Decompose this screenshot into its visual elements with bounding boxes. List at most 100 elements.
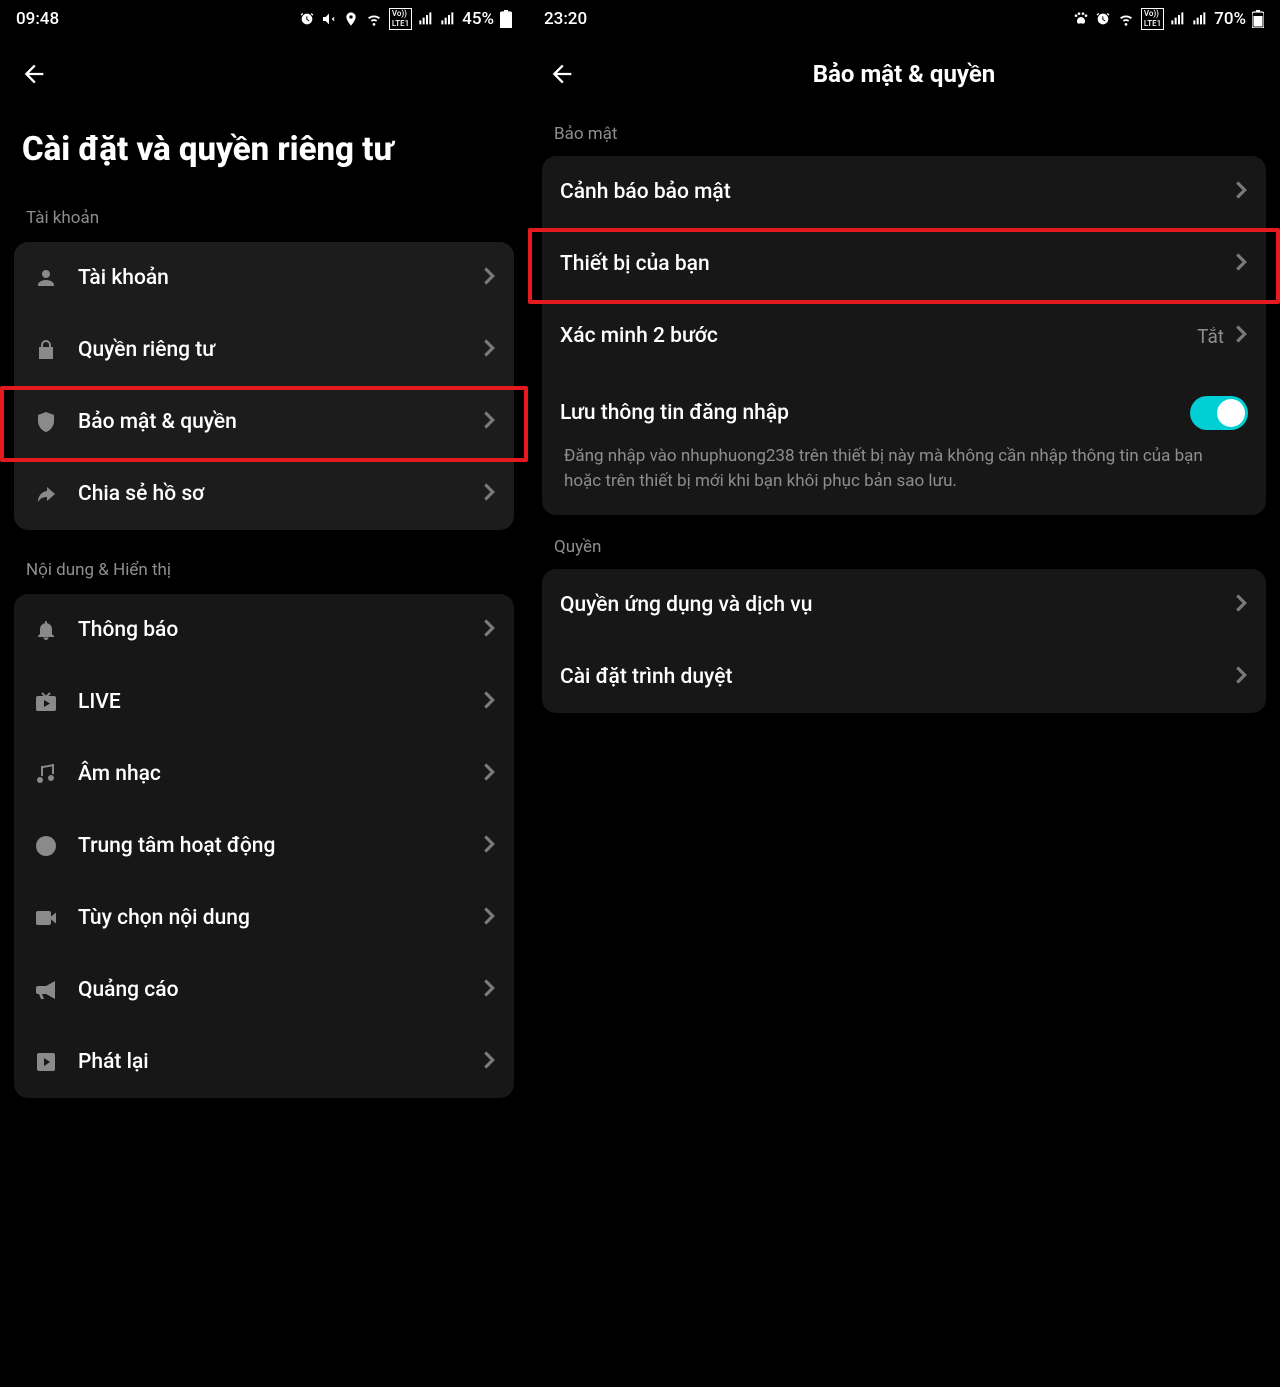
person-icon bbox=[32, 264, 60, 292]
row-label: Tùy chọn nội dung bbox=[78, 906, 482, 930]
row-label: Thiết bị của bạn bbox=[560, 252, 1234, 276]
location-icon bbox=[343, 11, 359, 27]
row-activity[interactable]: Trung tâm hoạt động bbox=[14, 810, 514, 882]
row-label: Thông báo bbox=[78, 618, 482, 642]
wifi-icon bbox=[365, 11, 383, 27]
chevron-right-icon bbox=[482, 266, 496, 290]
row-notifications[interactable]: Thông báo bbox=[14, 594, 514, 666]
row-label: Quyền riêng tư bbox=[78, 338, 482, 362]
chevron-right-icon bbox=[482, 482, 496, 506]
content-group: Thông báo LIVE Âm nhạc Trung tâm hoạt độ… bbox=[14, 594, 514, 1098]
header-title: Bảo mật & quyền bbox=[528, 60, 1280, 88]
music-icon bbox=[32, 760, 60, 788]
chevron-right-icon bbox=[482, 834, 496, 858]
share-icon bbox=[32, 480, 60, 508]
row-account[interactable]: Tài khoản bbox=[14, 242, 514, 314]
chevron-right-icon bbox=[1234, 665, 1248, 689]
row-label: Lưu thông tin đăng nhập bbox=[560, 401, 1190, 425]
alarm-icon bbox=[299, 11, 315, 27]
status-bar: 09:48 Vo))LTE1 45% bbox=[0, 0, 528, 38]
volte-icon: Vo))LTE1 bbox=[389, 8, 412, 29]
chevron-right-icon bbox=[482, 978, 496, 1002]
row-music[interactable]: Âm nhạc bbox=[14, 738, 514, 810]
chevron-right-icon bbox=[1234, 180, 1248, 204]
mute-icon bbox=[321, 11, 337, 27]
row-content-pref[interactable]: Tùy chọn nội dung bbox=[14, 882, 514, 954]
status-icons: Vo))LTE1 70% bbox=[1073, 8, 1264, 29]
header: Bảo mật & quyền bbox=[528, 38, 1280, 102]
chevron-right-icon bbox=[1234, 593, 1248, 617]
chevron-right-icon bbox=[482, 410, 496, 434]
alarm-icon bbox=[1095, 11, 1111, 27]
signal-icon-2 bbox=[440, 11, 456, 27]
wifi-icon bbox=[1117, 11, 1135, 27]
permissions-group: Quyền ứng dụng và dịch vụ Cài đặt trình … bbox=[542, 569, 1266, 713]
volte-icon: Vo))LTE1 bbox=[1141, 8, 1164, 29]
status-time: 09:48 bbox=[16, 9, 59, 29]
battery-percent: 45% bbox=[462, 9, 494, 29]
row-security-alert[interactable]: Cảnh báo bảo mật bbox=[542, 156, 1266, 228]
section-security-title: Bảo mật bbox=[528, 102, 1280, 156]
row-label: Phát lại bbox=[78, 1050, 482, 1074]
bell-icon bbox=[32, 616, 60, 644]
row-two-step[interactable]: Xác minh 2 bước Tắt bbox=[542, 300, 1266, 372]
row-label: LIVE bbox=[78, 690, 482, 714]
shield-icon bbox=[32, 408, 60, 436]
paw-icon bbox=[1073, 11, 1089, 27]
battery-icon bbox=[1252, 10, 1264, 28]
row-label: Cảnh báo bảo mật bbox=[560, 180, 1234, 204]
chevron-right-icon bbox=[482, 906, 496, 930]
back-button[interactable] bbox=[16, 56, 52, 92]
status-bar: 23:20 Vo))LTE1 70% bbox=[528, 0, 1280, 38]
toggle-knob bbox=[1217, 399, 1245, 427]
signal-icon-2 bbox=[1192, 11, 1208, 27]
signal-icon bbox=[1170, 11, 1186, 27]
video-icon bbox=[32, 904, 60, 932]
row-label: Tài khoản bbox=[78, 266, 482, 290]
row-live[interactable]: LIVE bbox=[14, 666, 514, 738]
play-icon bbox=[32, 1048, 60, 1076]
chevron-right-icon bbox=[482, 1050, 496, 1074]
status-time: 23:20 bbox=[544, 9, 587, 29]
chevron-right-icon bbox=[1234, 324, 1248, 348]
toggle-save-login[interactable] bbox=[1190, 396, 1248, 430]
back-button[interactable] bbox=[544, 56, 580, 92]
row-label: Cài đặt trình duyệt bbox=[560, 665, 1234, 689]
row-share[interactable]: Chia sẻ hồ sơ bbox=[14, 458, 514, 530]
security-group: Cảnh báo bảo mật Thiết bị của bạn Xác mi… bbox=[542, 156, 1266, 515]
row-save-login: Lưu thông tin đăng nhập bbox=[542, 372, 1266, 444]
section-permissions-title: Quyền bbox=[528, 515, 1280, 569]
row-label: Âm nhạc bbox=[78, 762, 482, 786]
account-group: Tài khoản Quyền riêng tư Bảo mật & quyền… bbox=[14, 242, 514, 530]
row-ads[interactable]: Quảng cáo bbox=[14, 954, 514, 1026]
save-login-description: Đăng nhập vào nhuphuong238 trên thiết bị… bbox=[542, 444, 1266, 515]
section-account-title: Tài khoản bbox=[0, 178, 528, 242]
chevron-right-icon bbox=[482, 690, 496, 714]
row-your-devices[interactable]: Thiết bị của bạn bbox=[542, 228, 1266, 300]
section-content-title: Nội dung & Hiển thị bbox=[0, 530, 528, 594]
battery-icon bbox=[500, 10, 512, 28]
row-app-permissions[interactable]: Quyền ứng dụng và dịch vụ bbox=[542, 569, 1266, 641]
chevron-right-icon bbox=[482, 338, 496, 362]
row-privacy[interactable]: Quyền riêng tư bbox=[14, 314, 514, 386]
status-icons: Vo))LTE1 45% bbox=[299, 8, 512, 29]
chevron-right-icon bbox=[482, 762, 496, 786]
header bbox=[0, 38, 528, 102]
battery-percent: 70% bbox=[1214, 9, 1246, 29]
row-label: Quảng cáo bbox=[78, 978, 482, 1002]
row-browser-settings[interactable]: Cài đặt trình duyệt bbox=[542, 641, 1266, 713]
megaphone-icon bbox=[32, 976, 60, 1004]
signal-icon bbox=[418, 11, 434, 27]
row-label: Trung tâm hoạt động bbox=[78, 834, 482, 858]
tv-icon bbox=[32, 688, 60, 716]
page-title: Cài đặt và quyền riêng tư bbox=[0, 102, 528, 178]
row-playback[interactable]: Phát lại bbox=[14, 1026, 514, 1098]
row-label: Chia sẻ hồ sơ bbox=[78, 482, 482, 506]
chevron-right-icon bbox=[482, 618, 496, 642]
clock-icon bbox=[32, 832, 60, 860]
chevron-right-icon bbox=[1234, 252, 1248, 276]
row-label: Xác minh 2 bước bbox=[560, 324, 1197, 348]
row-security[interactable]: Bảo mật & quyền bbox=[14, 386, 514, 458]
lock-icon bbox=[32, 336, 60, 364]
security-screen: 23:20 Vo))LTE1 70% Bảo mật & quyền Bảo m… bbox=[528, 0, 1280, 1387]
